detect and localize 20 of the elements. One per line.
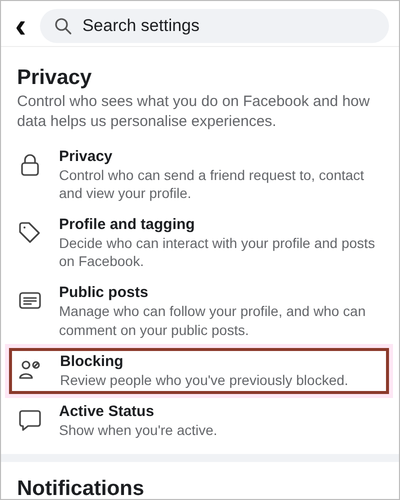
- item-description: Show when you're active.: [59, 421, 218, 440]
- item-title: Active Status: [59, 403, 156, 421]
- item-title: Blocking: [60, 352, 124, 371]
- item-title: Profile and tagging: [59, 216, 196, 234]
- item-title: Privacy: [59, 148, 114, 166]
- item-description: Review people who you've previously blocked.: [60, 370, 348, 389]
- item-title: Public posts: [59, 284, 150, 302]
- item-description: Control who can send a friend request to, contact and view your profile.: [59, 166, 366, 202]
- settings-item[interactable]: Active Status Show when you're active.: [1, 396, 399, 446]
- search-field[interactable]: Search settings: [40, 9, 389, 43]
- item-description: Decide who can interact with your profile and posts on Facebook.: [59, 234, 376, 270]
- item-description: Manage who can follow your profile, and who can comment on your public posts.: [59, 302, 367, 339]
- section-description: Control who sees what you do on Facebook and how data helps us personalise experiences.: [17, 92, 371, 132]
- section-heading: Notifications: [17, 476, 146, 499]
- section-heading: Privacy: [17, 65, 93, 90]
- speech-bubble-icon: [17, 407, 43, 433]
- settings-item[interactable]: Profile and tagging Decide who can interact with your profile and posts on Facebook.: [1, 209, 399, 278]
- settings-item[interactable]: Public posts Manage who can follow your profile, and who can comment on your public posts.: [1, 277, 399, 346]
- back-button[interactable]: ‹: [9, 11, 32, 41]
- settings-item[interactable]: Privacy Control who can send a friend request to, contact and view your profile.: [1, 140, 399, 210]
